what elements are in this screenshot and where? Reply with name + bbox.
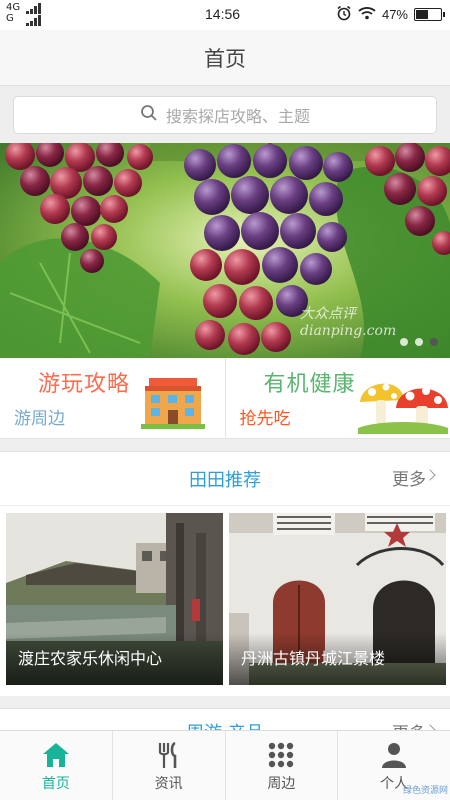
- person-icon: [381, 740, 407, 770]
- tab-label: 首页: [41, 776, 70, 792]
- bottom-tab-bar: 首页 资讯 周边 个人 绿色资源网: [0, 730, 450, 800]
- wifi-icon: [358, 6, 376, 23]
- promo-subtitle: 游周边: [14, 409, 65, 429]
- recommend-card[interactable]: 丹洲古镇丹城江景楼: [229, 513, 446, 685]
- network-type-g: G: [6, 13, 14, 24]
- search-area: 搜索探店攻略、主题: [0, 87, 450, 143]
- search-icon: [140, 104, 158, 126]
- network-type-4g: 4G: [6, 2, 21, 13]
- grid-icon: [268, 740, 294, 770]
- signal-icon: [26, 3, 41, 14]
- network-indicator: 4G G: [6, 2, 20, 24]
- tab-label: 周边: [267, 776, 296, 792]
- home-icon: [42, 740, 70, 770]
- promo-subtitle: 抢先吃: [239, 409, 291, 429]
- search-placeholder: 搜索探店攻略、主题: [165, 107, 310, 126]
- section-title: 田田推荐: [189, 470, 261, 491]
- mushroom-icon: [358, 372, 448, 438]
- promo-title: 有机健康: [263, 372, 356, 397]
- alarm-icon: [336, 5, 352, 24]
- tab-news[interactable]: 资讯: [113, 731, 226, 800]
- battery-fill: [416, 10, 429, 19]
- banner-watermark: 大众点评 dianping.com: [300, 306, 397, 339]
- header: 首页: [0, 30, 450, 86]
- promo-title: 游玩攻略: [38, 372, 131, 397]
- recommend-caption: 丹洲古镇丹城江景楼: [241, 649, 386, 668]
- promo-organic-health[interactable]: 有机健康 抢先吃: [226, 358, 450, 438]
- tab-nearby[interactable]: 周边: [226, 731, 339, 800]
- tab-home[interactable]: 首页: [0, 731, 113, 800]
- carousel-dot-active[interactable]: [430, 338, 438, 346]
- more-link[interactable]: 更多: [392, 465, 426, 490]
- tab-profile[interactable]: 个人 绿色资源网: [338, 731, 450, 800]
- signal-icon-2: [26, 15, 41, 26]
- status-right: 47%: [336, 5, 445, 24]
- status-bar: 4G G 14:56 47%: [0, 0, 450, 30]
- status-time: 14:56: [205, 6, 241, 22]
- section-header: 田田推荐 更多: [0, 452, 450, 506]
- banner-carousel[interactable]: 大众点评 dianping.com: [0, 143, 450, 358]
- battery-icon: [414, 8, 445, 21]
- promo-travel-guide[interactable]: 游玩攻略 游周边: [0, 358, 226, 438]
- corner-watermark: 绿色资源网: [402, 786, 448, 796]
- page-title: 首页: [204, 46, 246, 71]
- battery-percent: 47%: [381, 7, 408, 22]
- fork-knife-icon: [155, 740, 183, 770]
- carousel-dot[interactable]: [400, 338, 408, 346]
- building-icon: [140, 372, 205, 434]
- recommend-caption: 渡庄农家乐休闲中心: [18, 649, 163, 668]
- carousel-dot[interactable]: [415, 338, 423, 346]
- search-input[interactable]: 搜索探店攻略、主题: [13, 96, 437, 134]
- recommend-card[interactable]: 渡庄农家乐休闲中心: [6, 513, 223, 685]
- tab-label: 资讯: [154, 776, 183, 792]
- recommend-list: 渡庄农家乐休闲中心 丹洲古镇丹城江景楼: [0, 513, 450, 685]
- promo-cards: 游玩攻略 游周边 有机健康 抢先吃: [0, 358, 450, 439]
- carousel-dots: [400, 338, 438, 346]
- recommend-section: 田田推荐 更多 渡庄农家乐休闲中心 丹洲古镇丹城江景楼: [0, 451, 450, 696]
